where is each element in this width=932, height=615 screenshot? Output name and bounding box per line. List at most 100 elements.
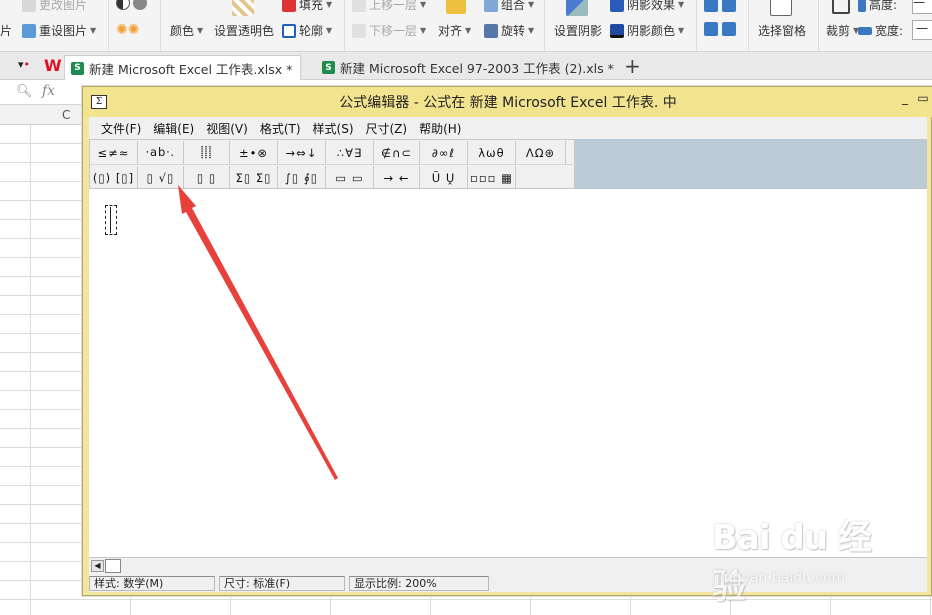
status-zoom: 显示比例: 200%: [349, 575, 489, 591]
greek-uppercase-button[interactable]: ΛΩ⊛: [516, 141, 566, 164]
minimize-button[interactable]: _: [897, 91, 913, 107]
transparent-icon: [232, 0, 254, 16]
group-icon: [484, 0, 498, 12]
nudge-buttons[interactable]: [704, 0, 736, 12]
empty-slot-placeholder[interactable]: [105, 205, 117, 235]
window-title: 公式编辑器 - 公式在 新建 Microsoft Excel 工作表. 中: [339, 95, 677, 111]
excel-file-icon: S: [71, 61, 84, 75]
ribbon-toolbar: 更改图片 片 重设图片 ▼ ✺✺ 颜色 ▼ 设置透明色 填充 ▼ 轮廓 ▼ 上移一层 ▼ …: [0, 0, 932, 52]
title-bar[interactable]: Σ 公式编辑器 - 公式在 新建 Microsoft Excel 工作表. 中 …: [83, 87, 932, 117]
shadow-color-button[interactable]: 阴影颜色 ▼: [610, 22, 684, 39]
excel-file-icon: S: [322, 61, 335, 74]
spaces-ellipses-button[interactable]: ⸱ab⸱.: [138, 141, 184, 164]
shadow-color-icon: [610, 23, 624, 38]
group-button[interactable]: 组合 ▼: [484, 0, 534, 13]
shadow-effect-button[interactable]: 阴影效果 ▼: [610, 0, 684, 13]
palette-row-templates: (▯) [▯] ▯ √▯ ▯ ▯ Σ▯ Σ▯ ∫▯ ∮▯ ▭ ▭ → ← Ũ Ṷ…: [90, 166, 576, 190]
bring-forward-button[interactable]: 上移一层 ▼: [352, 0, 426, 13]
embellishments-button[interactable]: ⸽⸽⸽: [184, 141, 230, 164]
set-shadow-icon: [566, 0, 588, 16]
crop-button[interactable]: 裁剪 ▼: [826, 22, 859, 39]
fill-button[interactable]: 填充 ▼: [282, 0, 332, 13]
set-shadow-button[interactable]: 设置阴影: [554, 22, 602, 39]
equation-workspace[interactable]: [89, 189, 927, 557]
width-input[interactable]: —: [912, 20, 932, 40]
tab-excel-xls[interactable]: S 新建 Microsoft Excel 97-2003 工作表 (2).xls…: [316, 55, 622, 80]
height-input[interactable]: —: [912, 0, 932, 14]
send-backward-button[interactable]: 下移一层 ▼: [352, 22, 426, 39]
height-label: 高度:: [858, 0, 897, 13]
palette-row-symbols: ≤≠≈ ⸱ab⸱. ⸽⸽⸽ ±•⊗ →⇔↓ ∴∀∃ ∉∩⊂ ∂∞ℓ λωθ ΛΩ…: [90, 141, 576, 165]
scroll-left-arrow-icon[interactable]: ◀: [91, 560, 104, 572]
bring-forward-icon: [352, 0, 366, 12]
matrix-templates-button[interactable]: ▫▫▫ ▦: [468, 166, 516, 189]
status-size: 尺寸: 标准(F): [219, 575, 345, 591]
reset-picture-button[interactable]: 重设图片 ▼: [22, 22, 96, 39]
change-picture-button[interactable]: 更改图片: [22, 0, 87, 13]
outline-icon: [282, 23, 296, 38]
operator-symbols-button[interactable]: ±•⊗: [230, 141, 278, 164]
relational-symbols-button[interactable]: ≤≠≈: [90, 141, 138, 164]
labeled-arrow-templates-button[interactable]: → ←: [374, 166, 420, 189]
menu-format[interactable]: 格式(T): [254, 120, 307, 137]
menu-file[interactable]: 文件(F): [95, 120, 147, 137]
tab-excel-xlsx[interactable]: S 新建 Microsoft Excel 工作表.xlsx *: [64, 55, 302, 80]
reset-picture-icon: [22, 23, 36, 38]
greek-lowercase-button[interactable]: λωθ: [468, 141, 516, 164]
rotate-button[interactable]: 旋转 ▼: [484, 22, 534, 39]
new-tab-button[interactable]: +: [624, 54, 641, 78]
status-style: 样式: 数学(M): [89, 575, 215, 591]
logical-symbols-button[interactable]: ∴∀∃: [326, 141, 374, 164]
summation-templates-button[interactable]: Σ▯ Σ▯: [230, 166, 278, 189]
fx-icon[interactable]: fx: [42, 83, 55, 99]
fill-icon: [282, 0, 296, 12]
shadow-effect-icon: [610, 0, 624, 12]
zoom-search-icon[interactable]: 🔍︎: [16, 84, 33, 99]
crop-icon: [832, 0, 850, 14]
fraction-radical-templates-button[interactable]: ▯ √▯: [138, 166, 184, 189]
column-c-label: C: [62, 108, 71, 122]
underbar-overbar-templates-button[interactable]: ▭ ▭: [326, 166, 374, 189]
rotate-icon: [484, 23, 498, 38]
integral-templates-button[interactable]: ∫▯ ∮▯: [278, 166, 326, 189]
wps-logo-icon[interactable]: W: [44, 56, 62, 75]
menu-style[interactable]: 样式(S): [307, 120, 360, 137]
insertion-cursor: [110, 207, 111, 233]
fence-templates-button[interactable]: (▯) [▯]: [90, 166, 138, 189]
picture-icon: [22, 0, 36, 12]
menu-help[interactable]: 帮助(H): [413, 120, 467, 137]
color-button[interactable]: 颜色 ▼: [170, 22, 203, 39]
set-theory-symbols-button[interactable]: ∉∩⊂: [374, 141, 420, 164]
subscript-superscript-templates-button[interactable]: ▯ ▯: [184, 166, 230, 189]
brightness-icon[interactable]: ✺✺: [116, 22, 139, 38]
set-transparent-button[interactable]: 设置透明色: [214, 22, 274, 39]
misc-symbols-button[interactable]: ∂∞ℓ: [420, 141, 468, 164]
equation-toolbar: ≤≠≈ ⸱ab⸱. ⸽⸽⸽ ±•⊗ →⇔↓ ∴∀∃ ∉∩⊂ ∂∞ℓ λωθ ΛΩ…: [89, 139, 927, 189]
watermark-brand: Bai du 经验: [712, 518, 872, 607]
product-set-templates-button[interactable]: Ũ Ṷ: [420, 166, 468, 189]
menu-view[interactable]: 视图(V): [200, 120, 254, 137]
menu-edit[interactable]: 编辑(E): [147, 120, 200, 137]
align-button[interactable]: 对齐 ▼: [438, 22, 471, 39]
menu-size[interactable]: 尺寸(Z): [360, 120, 414, 137]
height-icon: [858, 0, 866, 12]
maximize-button[interactable]: ▭: [915, 91, 931, 107]
width-icon: [858, 26, 872, 35]
contrast-icon[interactable]: [116, 0, 147, 10]
baidu-watermark: Bai du 经验 jingyan.baidu.com: [700, 510, 900, 607]
symbol-palette: ≤≠≈ ⸱ab⸱. ⸽⸽⸽ ±•⊗ →⇔↓ ∴∀∃ ∉∩⊂ ∂∞ℓ λωθ ΛΩ…: [89, 139, 576, 190]
watermark-url: jingyan.baidu.com: [716, 570, 846, 586]
tab-menu-icon[interactable]: ▾•: [18, 58, 30, 71]
outline-button[interactable]: 轮廓 ▼: [282, 22, 332, 39]
align-icon: [446, 0, 466, 14]
menu-bar: 文件(F) 编辑(E) 视图(V) 格式(T) 样式(S) 尺寸(Z) 帮助(H…: [89, 117, 927, 139]
width-label: 宽度:: [858, 22, 903, 39]
selection-pane-icon: [770, 0, 792, 16]
document-tab-bar: ▾• W S 新建 Microsoft Excel 工作表.xlsx * S 新…: [0, 52, 932, 80]
send-backward-icon: [352, 23, 366, 38]
nudge-buttons-2[interactable]: [704, 22, 736, 36]
selection-pane-button[interactable]: 选择窗格: [758, 22, 806, 39]
picture-label-fragment: 片: [0, 24, 13, 38]
arrow-symbols-button[interactable]: →⇔↓: [278, 141, 326, 164]
scroll-thumb[interactable]: [105, 559, 121, 573]
